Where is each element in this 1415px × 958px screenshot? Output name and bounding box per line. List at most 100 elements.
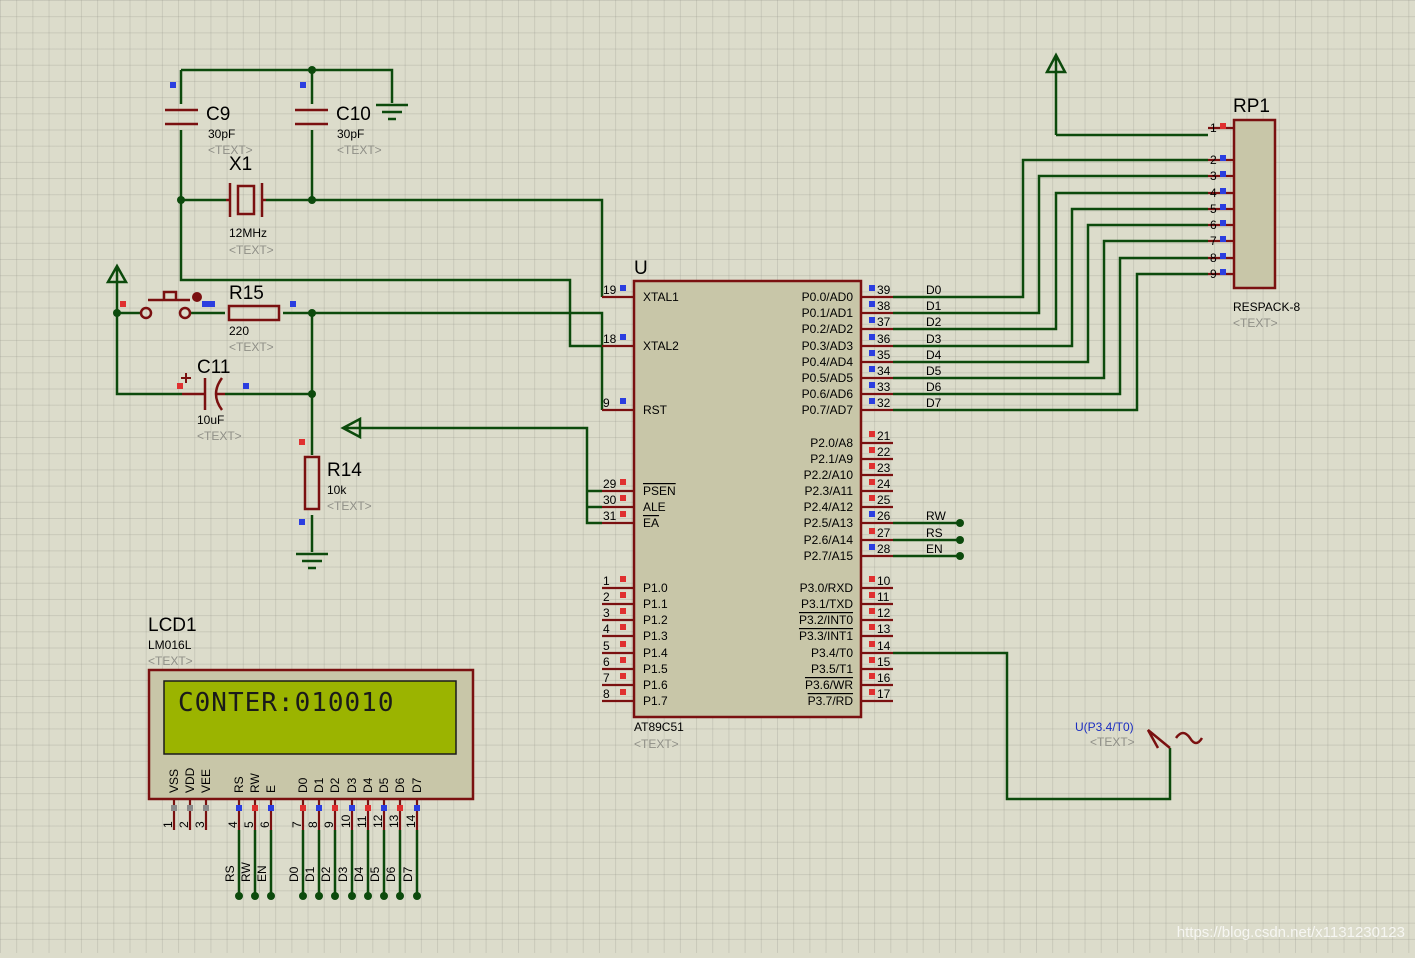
rp1-pin-3[interactable]: 3 [1208,169,1234,183]
pin-number: 24 [877,477,891,491]
c9-value: 30pF [208,127,235,141]
lcd-lm016l[interactable]: LCD1 LM016L <TEXT> C0NTER:010010 VSS 1 VDD… [147,615,475,900]
pin-number: 10 [339,814,353,828]
pin-name: RS [232,776,246,793]
pin-name: XTAL1 [643,290,679,304]
pin-number: 9 [603,396,610,410]
pin-name: D2 [328,777,342,793]
watermark: https://blog.csdn.net/x1131230123 [1176,924,1405,941]
net-label: D3 [926,332,942,346]
pin-number: 8 [1210,251,1217,265]
pin-number: 6 [258,821,272,828]
pin-number: 19 [603,283,617,297]
pin-name: EA [643,516,659,530]
pin-number: 1 [603,574,610,588]
net-label: D4 [926,348,942,362]
pin-number: 14 [404,814,418,828]
net-label: D0 [287,866,301,882]
pin-name: D4 [361,777,375,793]
pin-number: 26 [877,509,891,523]
pin-number: 11 [877,590,890,604]
pin-number: 37 [877,315,891,329]
rp1-pin-5[interactable]: 5 [1208,202,1234,216]
schematic-canvas[interactable]: C9 30pF <TEXT> C10 30pF <TEXT> X1 12MHz … [0,0,1415,953]
pin-name: P3.1/TXD [801,597,853,611]
pin-number: 9 [1210,267,1217,281]
rp1-pin-6[interactable]: 6 [1208,218,1234,232]
mcu-text: <TEXT> [634,737,679,751]
r15-value: 220 [229,324,249,338]
resistor-r14[interactable]: R14 10k <TEXT> [299,439,372,525]
lcd-ref: LCD1 [148,615,197,636]
pin-number: 3 [193,821,207,828]
capacitor-c11[interactable]: C11 10uF <TEXT> [177,357,249,443]
c10-text: <TEXT> [337,143,382,157]
rp1-pin-9[interactable]: 9 [1208,267,1234,281]
pin-name: P0.0/AD0 [802,290,854,304]
pin-number: 32 [877,396,891,410]
microcontroller-at89c51[interactable]: U AT89C51 <TEXT> 19 XTAL118 XTAL29 RST29 PSE… [602,258,946,751]
pin-name: P2.4/A12 [804,500,854,514]
rp1-pin-4[interactable]: 4 [1208,186,1234,200]
capacitor-c9[interactable]: C9 30pF <TEXT> [165,82,253,157]
pin-name: D0 [296,777,310,793]
pin-number: 30 [603,493,617,507]
pin-number: 21 [877,429,891,443]
r14-text: <TEXT> [327,499,372,513]
ground-symbol [376,103,408,121]
pin-name: D3 [345,777,359,793]
pin-name: P2.0/A8 [810,436,853,450]
pin-number: 9 [322,821,336,828]
generator-text: <TEXT> [1090,735,1135,749]
r14-value: 10k [327,483,347,497]
pin-number: 5 [1210,202,1217,216]
net-label: D0 [926,283,942,297]
pin-number: 4 [226,821,240,828]
pin-name: P1.4 [643,646,668,660]
pin-number: 12 [371,814,385,828]
rp1-pin-2[interactable]: 2 [1208,153,1234,167]
pin-number: 25 [877,493,891,507]
pin-name: P2.3/A11 [805,484,854,498]
pin-name: P1.2 [643,613,668,627]
net-label: D5 [368,866,382,882]
pin-number: 38 [877,299,891,313]
pin-number: 23 [877,461,891,475]
net-label: D1 [303,866,317,882]
net-label: D3 [336,866,350,882]
capacitor-c10[interactable]: C10 30pF <TEXT> [295,82,382,157]
pin-number: 7 [290,821,304,828]
pin-number: 11 [355,815,369,828]
pin-name: P1.7 [643,694,668,708]
pin-number: 8 [306,821,320,828]
pin-name: P0.2/AD2 [802,322,854,336]
resistor-r15[interactable]: R15 220 <TEXT> [227,283,296,354]
pin-name: P3.5/T1 [811,662,853,676]
lcd-pin-6[interactable]: E 6 EN [255,785,278,900]
net-label: D6 [926,380,942,394]
pin-number: 14 [877,639,891,653]
power-terminal-icon [1044,52,1068,135]
rp1-pin-8[interactable]: 8 [1208,251,1234,265]
net-label: D2 [926,315,942,329]
resistor-pack-rp1[interactable]: RP1 RESPACK-8 <TEXT> 1 2 3 4 5 6 7 8 9 [1056,96,1300,330]
signal-generator[interactable]: U(P3.4/T0) <TEXT> [893,651,1204,801]
net-label: D2 [319,866,333,882]
pin-name: P1.6 [643,678,668,692]
pin-number: 39 [877,283,891,297]
r15-text: <TEXT> [229,340,274,354]
crystal-x1[interactable]: X1 12MHz <TEXT> [226,154,274,257]
pin-name: P2.7/A15 [804,549,854,563]
rp1-pin-1[interactable]: 1 [1208,121,1234,135]
c9-ref: C9 [206,104,230,125]
pin-name: P2.1/A9 [810,452,853,466]
pin-number: 15 [877,655,891,669]
pin-number: 36 [877,332,891,346]
pin-name: RST [643,403,668,417]
pin-number: 35 [877,348,891,362]
pin-name: D6 [393,777,407,793]
pin-name: P1.0 [643,581,668,595]
pin-name: XTAL2 [643,339,679,353]
pin-number: 3 [603,606,610,620]
rp1-pin-7[interactable]: 7 [1208,234,1234,248]
